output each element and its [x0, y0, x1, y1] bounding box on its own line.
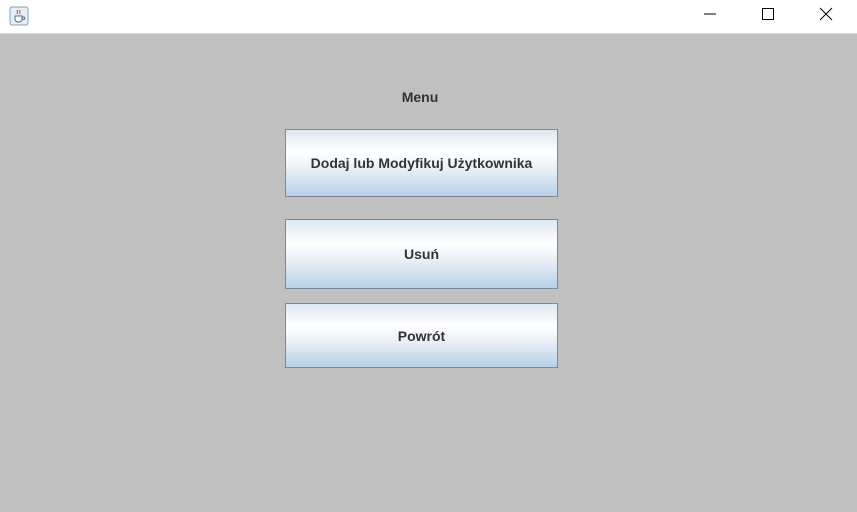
app-window: Menu Dodaj lub Modyfikuj Użytkownika Usu… [0, 0, 857, 512]
java-cup-icon [9, 6, 29, 26]
close-button[interactable] [797, 0, 855, 33]
delete-button[interactable]: Usuń [285, 219, 558, 289]
main-panel: Menu Dodaj lub Modyfikuj Użytkownika Usu… [0, 34, 857, 512]
maximize-icon [761, 7, 775, 26]
add-or-modify-user-button[interactable]: Dodaj lub Modyfikuj Użytkownika [285, 129, 558, 197]
menu-title: Menu [401, 89, 439, 105]
back-button[interactable]: Powrót [285, 303, 558, 368]
minimize-button[interactable] [681, 0, 739, 33]
maximize-button[interactable] [739, 0, 797, 33]
title-bar[interactable] [0, 0, 857, 34]
close-icon [819, 7, 833, 26]
minimize-icon [703, 7, 717, 26]
